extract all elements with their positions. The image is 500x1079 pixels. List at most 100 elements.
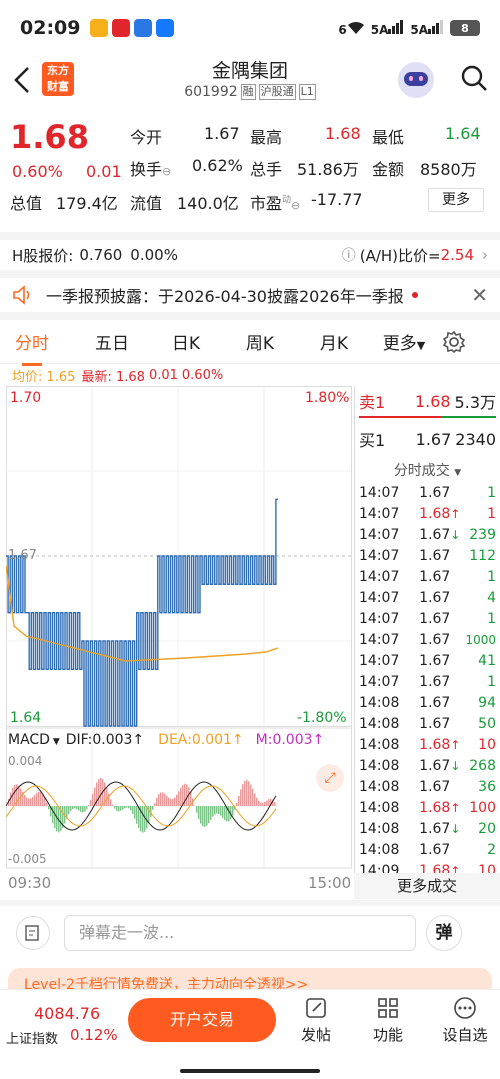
- search-icon[interactable]: [460, 64, 488, 92]
- tick-arrow: ↑: [450, 800, 461, 815]
- intraday-chart[interactable]: [6, 386, 352, 886]
- post-button[interactable]: 发帖: [296, 996, 336, 1045]
- index-pct[interactable]: 0.12%: [70, 1026, 118, 1044]
- tick-row: 14:07 1.67 ↓ 239: [359, 524, 496, 545]
- y-top-pct: 1.80%: [305, 390, 350, 406]
- macd-bar: [54, 806, 56, 829]
- tick-price: 1.67: [419, 547, 451, 564]
- macd-top-label: 0.004: [8, 754, 43, 768]
- macd-bar: [260, 802, 262, 806]
- y-bot-label: 1.64: [10, 710, 42, 726]
- tick-row: 14:07 1.67 112: [359, 545, 496, 566]
- macd-bar: [116, 806, 118, 811]
- add-watchlist-button[interactable]: 设自选: [440, 996, 490, 1045]
- ask-price: 1.68: [414, 391, 451, 411]
- macd-bar: [130, 806, 132, 811]
- stock-code: 601992: [184, 84, 238, 100]
- trade-button[interactable]: 开户交易: [128, 998, 276, 1042]
- tick-arrow: ↓: [450, 527, 461, 542]
- price-line: [6, 498, 278, 727]
- macd-bar: [218, 806, 220, 815]
- tick-time: 14:08: [359, 820, 400, 837]
- tick-time: 14:07: [359, 526, 400, 543]
- index-name[interactable]: 上证指数: [6, 1028, 58, 1047]
- more-button[interactable]: 更多: [428, 188, 484, 212]
- tick-volume: 10: [478, 736, 496, 753]
- macd-bar: [112, 804, 114, 806]
- assistant-avatar[interactable]: [398, 62, 434, 98]
- macd-selector[interactable]: MACD ▼: [8, 732, 60, 748]
- tick-row: 14:08 1.67 36: [359, 776, 496, 797]
- macd-bar: [210, 806, 212, 820]
- home-indicator: [180, 1069, 320, 1073]
- gear-icon[interactable]: [442, 330, 466, 354]
- macd-bar: [216, 806, 218, 814]
- index-value[interactable]: 4084.76: [34, 1004, 100, 1023]
- tick-time: 14:07: [359, 568, 400, 585]
- tick-row: 14:08 1.67 2: [359, 839, 496, 860]
- tick-row: 14:07 1.67 4: [359, 587, 496, 608]
- tab-intraday[interactable]: 分时: [0, 329, 64, 366]
- tab-weekly-k[interactable]: 周K: [228, 329, 292, 354]
- notice-bar[interactable]: 一季报预披露：于2026-04-30披露2026年一季报 ✕: [0, 278, 500, 320]
- bid-volume: 2340: [455, 429, 496, 449]
- tab-more[interactable]: 更多▼: [372, 329, 436, 354]
- macd-bar: [18, 785, 20, 806]
- tick-volume: 4: [487, 589, 496, 606]
- tick-row: 14:08 1.67 50: [359, 713, 496, 734]
- macd-bar: [126, 806, 128, 808]
- expand-icon[interactable]: ⤢: [316, 764, 344, 792]
- close-icon[interactable]: ✕: [471, 283, 488, 307]
- stock-header: 东方 财富 金隅集团 601992 融 沪股通 L1: [0, 56, 500, 116]
- macd-bar: [90, 799, 92, 806]
- macd-bar: [26, 797, 28, 806]
- edit-icon: [306, 998, 326, 1018]
- amount-value: 8580万: [420, 160, 477, 179]
- macd-bar: [92, 793, 94, 806]
- open-value: 1.67: [204, 124, 240, 143]
- macd-bar: [170, 798, 172, 806]
- macd-bar: [256, 797, 258, 806]
- tick-row: 14:07 1.67 1000: [359, 629, 496, 650]
- macd-bar: [232, 806, 234, 816]
- danmu-input[interactable]: 弹幕走一波...: [64, 915, 416, 951]
- latest-label: 最新: 1.68: [81, 369, 145, 385]
- wifi-icon: 6: [338, 20, 364, 37]
- tab-monthly-k[interactable]: 月K: [302, 329, 366, 354]
- tick-price: 1.67: [419, 631, 451, 648]
- macd-bar: [36, 792, 38, 806]
- macd-bar: [14, 785, 16, 806]
- macd-bar: [268, 799, 270, 806]
- tick-time: 14:07: [359, 652, 400, 669]
- high-label: 最高: [250, 128, 283, 147]
- macd-bar: [176, 794, 178, 806]
- low-label: 最低: [372, 128, 405, 147]
- danmu-toggle[interactable]: 弹: [426, 915, 462, 951]
- ask-row: 卖1 1.68 5.3万: [355, 386, 500, 416]
- tick-volume: 1: [487, 505, 496, 522]
- macd-bar: [138, 806, 140, 829]
- function-button[interactable]: 功能: [368, 996, 408, 1045]
- macd-bar: [220, 806, 222, 816]
- tick-time: 14:08: [359, 736, 400, 753]
- battery-icon: 8: [450, 20, 480, 36]
- macd-bar: [214, 806, 216, 815]
- macd-bar: [166, 795, 168, 806]
- macd-bar: [160, 792, 162, 806]
- macd-bar: [224, 806, 226, 821]
- bid-row: 买1 1.67 2340: [355, 418, 500, 460]
- macd-bar: [70, 806, 72, 811]
- notes-icon[interactable]: [16, 916, 50, 950]
- tab-five-day[interactable]: 五日: [80, 329, 144, 354]
- status-app-icons: [90, 19, 175, 37]
- more-ticks-button[interactable]: 更多成交: [354, 873, 500, 899]
- macd-bar: [84, 806, 86, 812]
- last-price: 1.68: [10, 118, 89, 156]
- ticks-title[interactable]: 分时成交 ▼: [355, 460, 500, 482]
- macd-bar: [252, 788, 254, 806]
- macd-bar: [204, 806, 206, 827]
- tab-daily-k[interactable]: 日K: [154, 329, 218, 354]
- bid-label: 买1: [359, 431, 386, 450]
- tick-price: 1.67: [419, 673, 451, 690]
- macd-bar: [246, 780, 248, 806]
